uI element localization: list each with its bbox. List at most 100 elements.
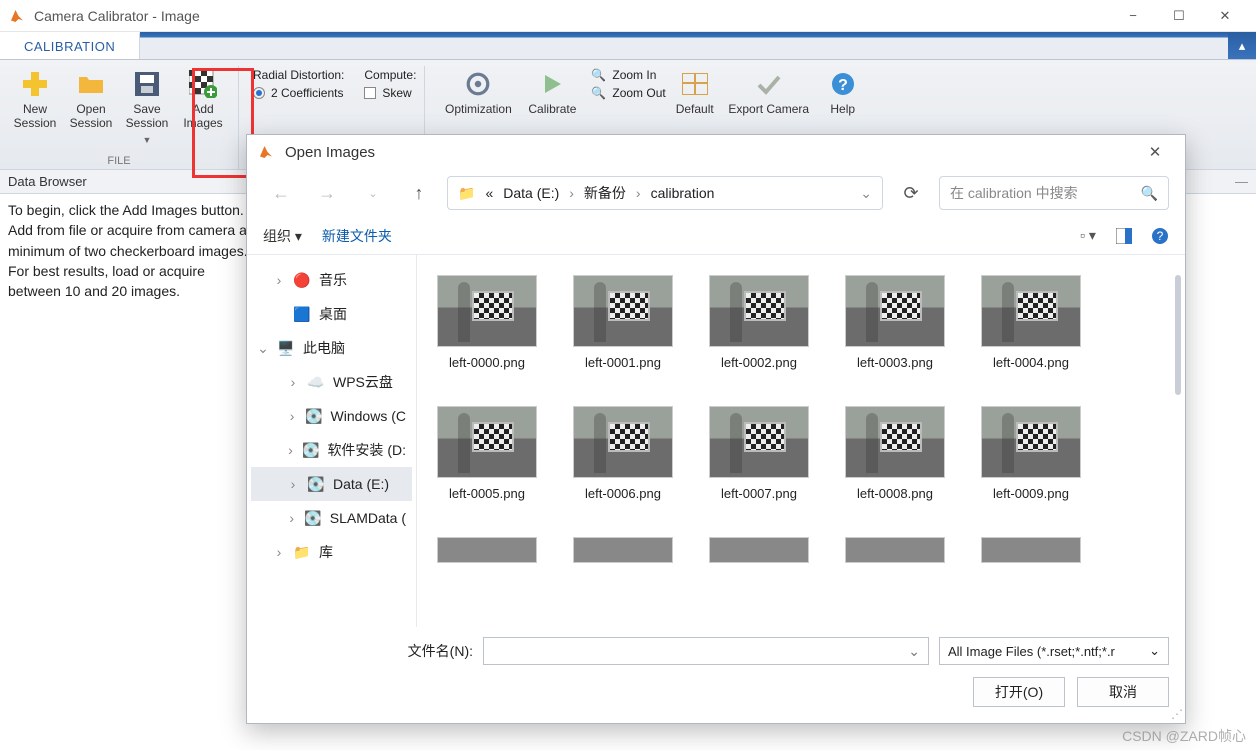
skew-checkbox[interactable]: Skew bbox=[364, 86, 416, 100]
two-coefficients-radio[interactable]: 2 Coefficients bbox=[253, 86, 344, 100]
zoom-in-button[interactable]: 🔍Zoom In bbox=[591, 68, 665, 82]
panel-collapse-icon[interactable]: — bbox=[1235, 174, 1248, 189]
file-item[interactable]: left-0002.png bbox=[709, 275, 809, 370]
drive-icon: 💽 bbox=[305, 407, 322, 425]
cloud-icon: ☁️ bbox=[307, 373, 325, 391]
chevron-right-icon: › bbox=[569, 185, 574, 201]
zoom-out-button[interactable]: 🔍Zoom Out bbox=[591, 86, 665, 100]
chevron-right-icon: › bbox=[636, 185, 641, 201]
dialog-help-button[interactable]: ? bbox=[1151, 227, 1169, 245]
file-type-filter[interactable]: All Image Files (*.rset;*.ntf;*.r⌄ bbox=[939, 637, 1169, 665]
tree-data-e[interactable]: ›💽Data (E:) bbox=[251, 467, 412, 501]
gear-icon bbox=[464, 70, 492, 98]
tree-this-pc[interactable]: ⌄🖥️此电脑 bbox=[251, 331, 412, 365]
open-session-button[interactable]: Open Session bbox=[64, 66, 118, 146]
preview-pane-button[interactable] bbox=[1115, 227, 1133, 245]
layout-icon bbox=[681, 70, 709, 98]
file-item[interactable]: left-0007.png bbox=[709, 406, 809, 501]
close-button[interactable]: ✕ bbox=[1202, 0, 1248, 32]
save-session-button[interactable]: Save Session ▼ bbox=[120, 66, 174, 146]
thumbnail-icon bbox=[845, 537, 945, 563]
nav-up-button[interactable]: ↑ bbox=[401, 175, 437, 211]
radial-distortion-label: Radial Distortion: bbox=[253, 68, 344, 82]
group-label-file: FILE bbox=[0, 155, 238, 167]
file-grid[interactable]: left-0000.png left-0001.png left-0002.pn… bbox=[417, 255, 1185, 627]
breadcrumb-drive[interactable]: Data (E:) bbox=[503, 185, 559, 201]
tree-windows[interactable]: ›💽Windows (C bbox=[251, 399, 412, 433]
nav-back-button[interactable]: ← bbox=[263, 175, 299, 211]
dialog-toolbar: 组织 ▾ 新建文件夹 ▫ ▾ ? bbox=[247, 217, 1185, 255]
thumbnail-icon bbox=[573, 275, 673, 347]
title-bar: Camera Calibrator - Image − ☐ ✕ bbox=[0, 0, 1256, 32]
breadcrumb-folder-2[interactable]: calibration bbox=[651, 185, 715, 201]
refresh-button[interactable]: ⟳ bbox=[893, 175, 929, 211]
cancel-button[interactable]: 取消 bbox=[1077, 677, 1169, 707]
thumbnail-icon bbox=[981, 537, 1081, 563]
compute-label: Compute: bbox=[364, 68, 416, 82]
drive-icon: 💽 bbox=[302, 441, 319, 459]
thumbnail-icon bbox=[709, 537, 809, 563]
folder-icon: 📁 bbox=[458, 185, 475, 202]
thumbnail-icon bbox=[709, 406, 809, 478]
tree-music[interactable]: ›🔴音乐 bbox=[251, 263, 412, 297]
zoom-out-icon: 🔍 bbox=[591, 86, 606, 100]
chevron-down-icon: ▼ bbox=[143, 135, 152, 145]
resize-grip-icon[interactable]: ⋰ bbox=[1171, 707, 1183, 721]
tree-libraries[interactable]: ›📁库 bbox=[251, 535, 412, 569]
view-mode-dropdown[interactable]: ▫ ▾ bbox=[1079, 227, 1097, 245]
svg-text:?: ? bbox=[838, 77, 848, 94]
matlab-logo-icon bbox=[8, 7, 26, 25]
thumbnail-icon bbox=[573, 537, 673, 563]
file-item[interactable]: left-0003.png bbox=[845, 275, 945, 370]
tab-calibration[interactable]: CALIBRATION bbox=[0, 32, 140, 59]
open-button[interactable]: 打开(O) bbox=[973, 677, 1065, 707]
breadcrumb-bar[interactable]: 📁 « Data (E:) › 新备份 › calibration ⌄ bbox=[447, 176, 883, 210]
search-input[interactable]: 在 calibration 中搜索 🔍 bbox=[939, 176, 1169, 210]
file-item[interactable]: left-0001.png bbox=[573, 275, 673, 370]
file-item[interactable]: left-0000.png bbox=[437, 275, 537, 370]
dialog-title: Open Images bbox=[285, 144, 375, 161]
file-item[interactable]: left-0005.png bbox=[437, 406, 537, 501]
add-images-button[interactable]: Add Images bbox=[176, 66, 230, 146]
thumbnail-icon bbox=[709, 275, 809, 347]
minimize-button[interactable]: − bbox=[1110, 0, 1156, 32]
dialog-close-button[interactable]: ✕ bbox=[1135, 143, 1175, 161]
tree-software[interactable]: ›💽软件安装 (D: bbox=[251, 433, 412, 467]
play-icon bbox=[538, 70, 566, 98]
ribbon-collapse-icon[interactable]: ▴ bbox=[1228, 32, 1256, 59]
breadcrumb-folder-1[interactable]: 新备份 bbox=[584, 183, 626, 203]
file-item[interactable]: left-0009.png bbox=[981, 406, 1081, 501]
file-item[interactable]: left-0006.png bbox=[573, 406, 673, 501]
save-icon bbox=[133, 70, 161, 98]
file-item[interactable] bbox=[437, 537, 537, 563]
filename-input[interactable]: ⌄ bbox=[483, 637, 929, 665]
drive-icon: 💽 bbox=[304, 509, 321, 527]
nav-forward-button[interactable]: → bbox=[309, 175, 345, 211]
maximize-button[interactable]: ☐ bbox=[1156, 0, 1202, 32]
thumbnail-icon bbox=[981, 406, 1081, 478]
svg-text:?: ? bbox=[1157, 229, 1164, 243]
zoom-in-icon: 🔍 bbox=[591, 68, 606, 82]
file-item[interactable] bbox=[709, 537, 809, 563]
chevron-down-icon[interactable]: ⌄ bbox=[860, 185, 872, 202]
file-item[interactable]: left-0004.png bbox=[981, 275, 1081, 370]
tree-slamdata[interactable]: ›💽SLAMData ( bbox=[251, 501, 412, 535]
organize-dropdown[interactable]: 组织 ▾ bbox=[263, 226, 302, 246]
folder-tree: ›🔴音乐 🟦桌面 ⌄🖥️此电脑 ›☁️WPS云盘 ›💽Windows (C ›💽… bbox=[247, 255, 417, 627]
thumbnail-icon bbox=[437, 275, 537, 347]
file-item[interactable] bbox=[845, 537, 945, 563]
search-icon: 🔍 bbox=[1141, 185, 1158, 202]
nav-recent-dropdown[interactable]: ⌄ bbox=[355, 175, 391, 211]
filename-label: 文件名(N): bbox=[393, 641, 473, 661]
file-item[interactable] bbox=[981, 537, 1081, 563]
new-session-button[interactable]: New Session bbox=[8, 66, 62, 146]
new-folder-button[interactable]: 新建文件夹 bbox=[322, 226, 392, 246]
tree-desktop[interactable]: 🟦桌面 bbox=[251, 297, 412, 331]
file-item[interactable] bbox=[573, 537, 673, 563]
checkerboard-add-icon bbox=[189, 70, 217, 98]
tree-wps[interactable]: ›☁️WPS云盘 bbox=[251, 365, 412, 399]
search-placeholder: 在 calibration 中搜索 bbox=[950, 183, 1078, 203]
music-icon: 🔴 bbox=[293, 271, 311, 289]
dialog-nav-bar: ← → ⌄ ↑ 📁 « Data (E:) › 新备份 › calibratio… bbox=[247, 169, 1185, 217]
file-item[interactable]: left-0008.png bbox=[845, 406, 945, 501]
